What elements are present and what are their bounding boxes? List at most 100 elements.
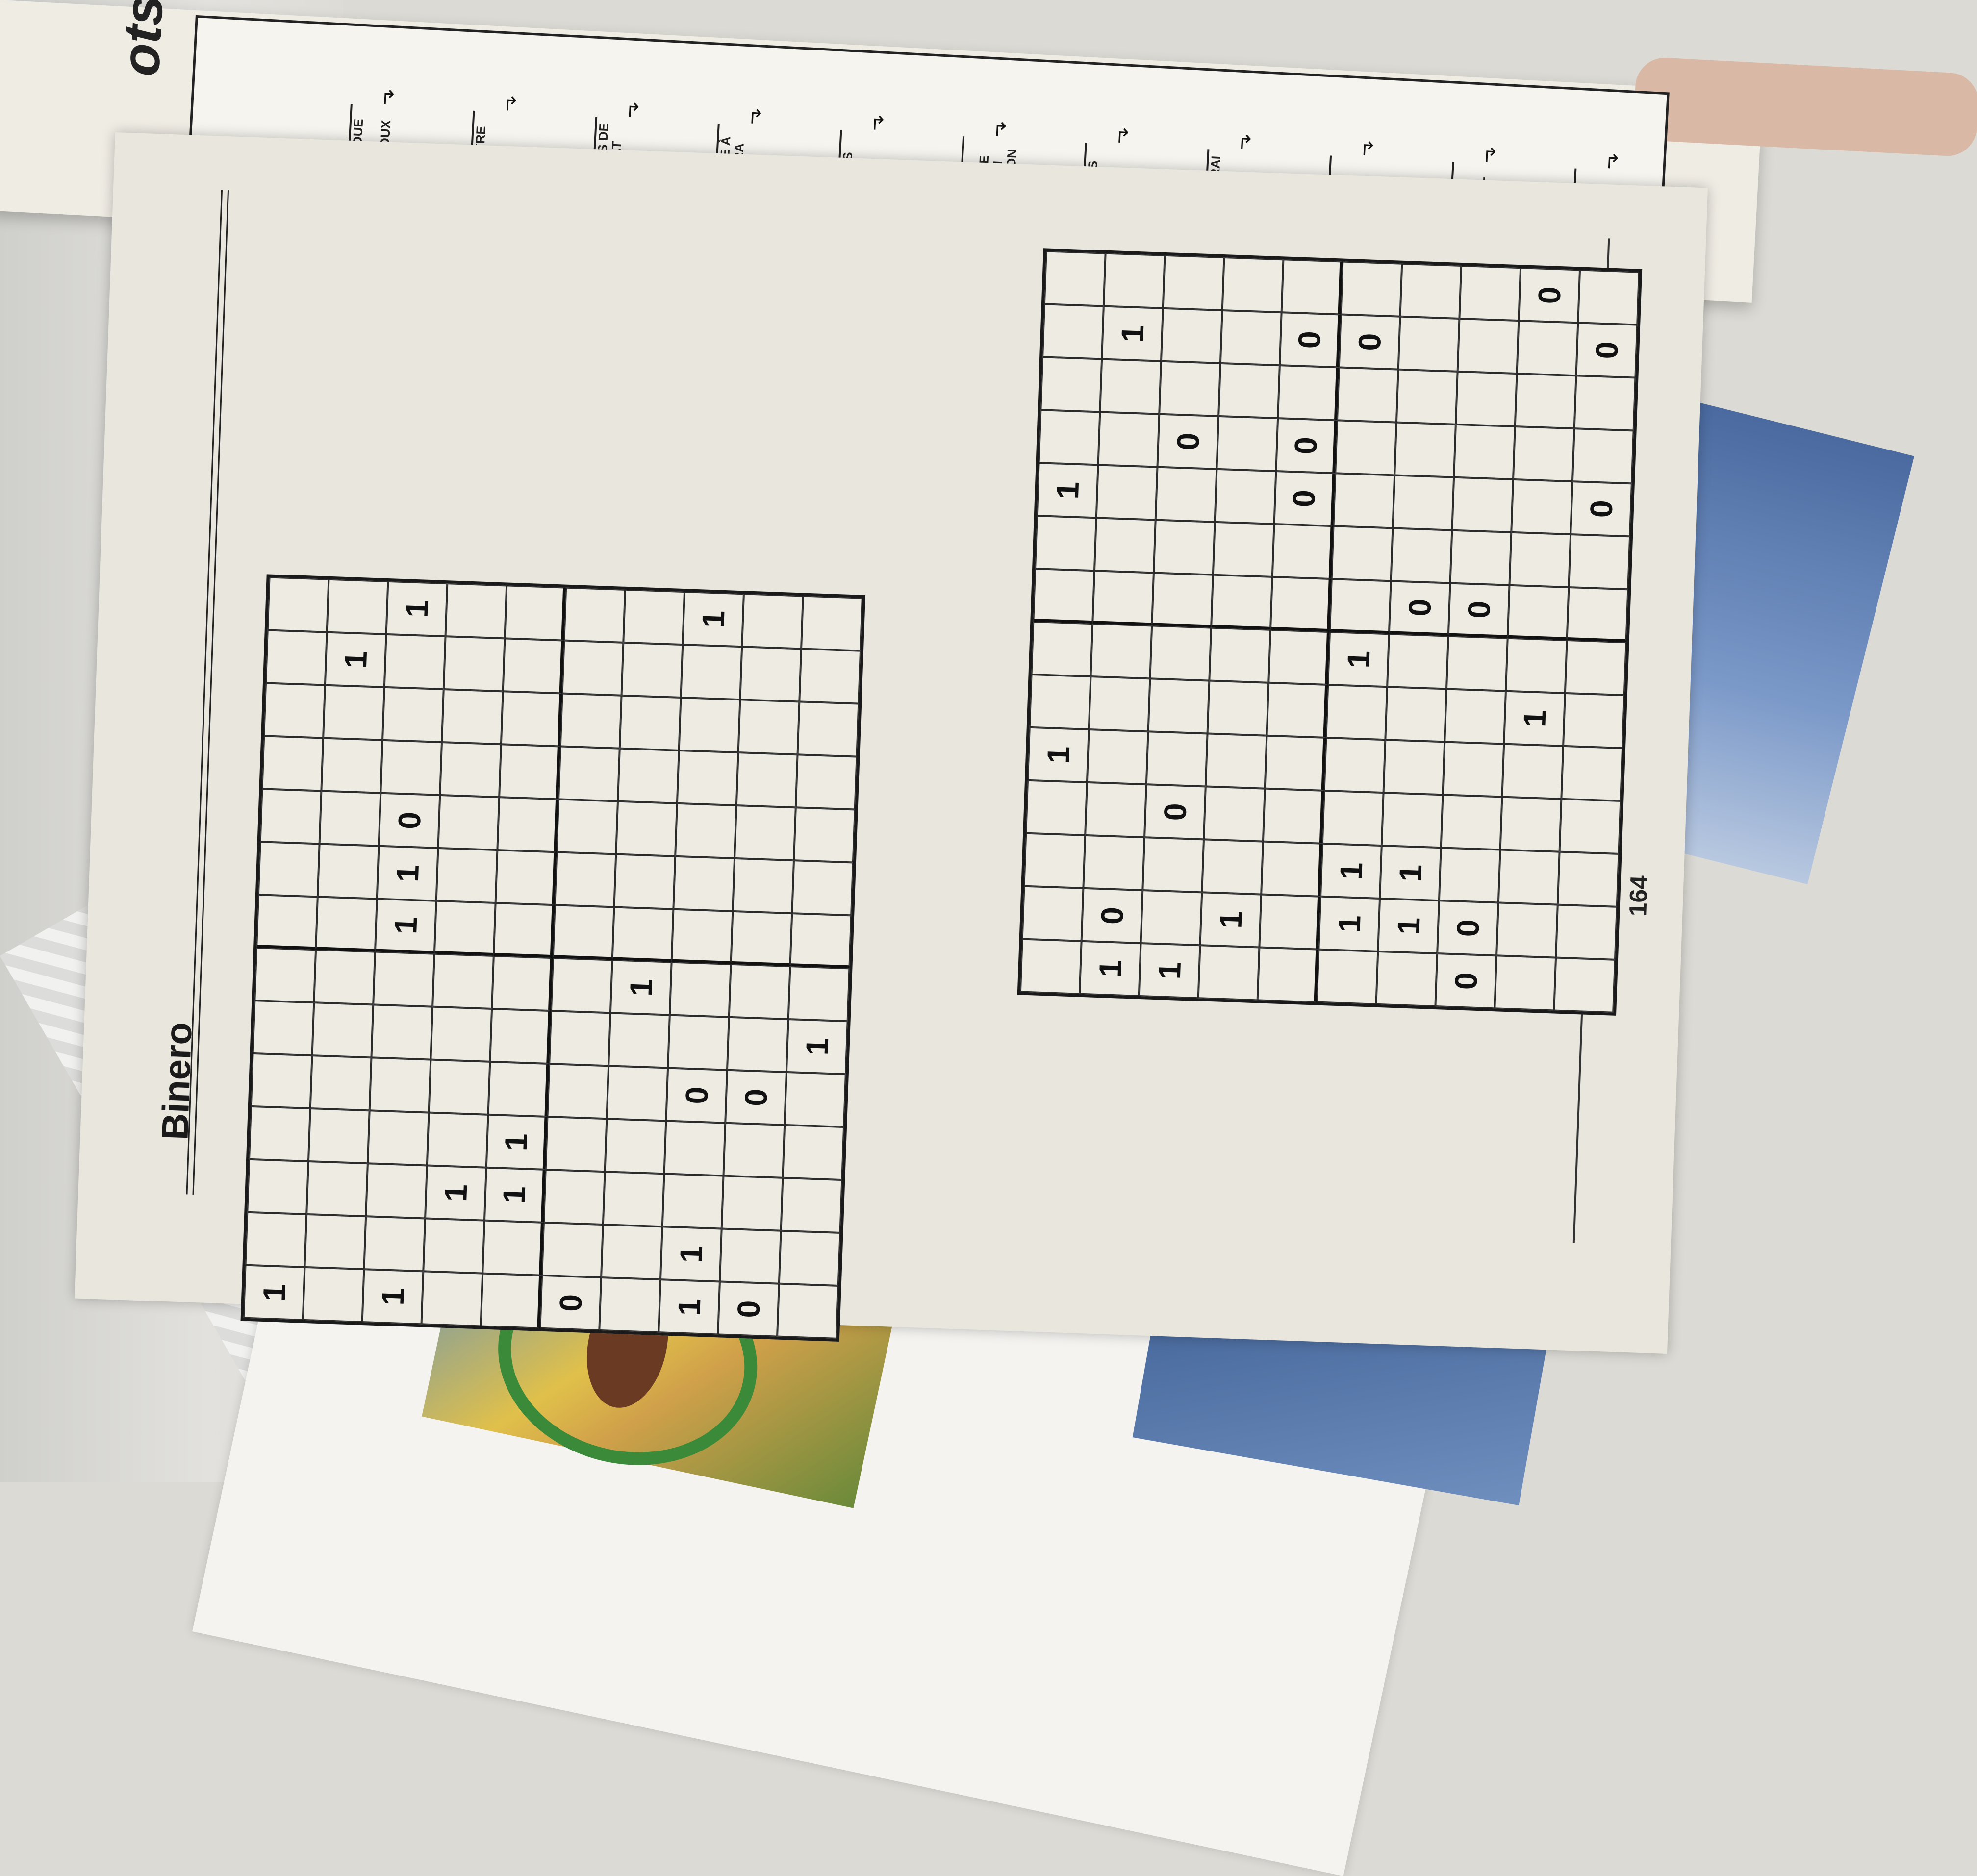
grid-cell[interactable]: 1 <box>1504 691 1565 746</box>
grid-cell[interactable] <box>303 1267 364 1323</box>
grid-cell[interactable] <box>1498 850 1560 905</box>
grid-cell[interactable] <box>1202 839 1263 895</box>
grid-cell[interactable] <box>1517 321 1578 376</box>
grid-cell[interactable] <box>432 953 494 1009</box>
grid-cell[interactable] <box>323 685 384 740</box>
grid-cell[interactable] <box>1159 361 1220 416</box>
grid-cell[interactable] <box>1324 737 1386 793</box>
grid-cell[interactable] <box>427 1112 488 1168</box>
grid-cell[interactable] <box>1146 731 1208 787</box>
grid-cell[interactable] <box>251 1053 312 1109</box>
grid-cell[interactable] <box>719 1228 781 1284</box>
grid-cell[interactable] <box>1035 516 1096 571</box>
grid-cell[interactable] <box>560 693 622 749</box>
grid-cell[interactable] <box>1439 848 1500 903</box>
grid-cell[interactable] <box>493 903 555 958</box>
grid-cell[interactable] <box>562 640 624 696</box>
grid-cell[interactable] <box>1496 902 1558 958</box>
grid-cell[interactable]: 1 <box>1380 846 1441 901</box>
grid-cell[interactable] <box>1452 477 1514 532</box>
grid-cell[interactable] <box>1495 955 1556 1011</box>
grid-cell[interactable] <box>608 1013 670 1068</box>
grid-cell[interactable] <box>797 701 859 757</box>
grid-cell[interactable] <box>438 795 500 850</box>
grid-cell[interactable] <box>603 1172 664 1227</box>
grid-cell[interactable] <box>443 636 505 692</box>
grid-cell[interactable] <box>662 1174 724 1229</box>
grid-cell[interactable] <box>503 638 564 694</box>
grid-cell[interactable]: 0 <box>1389 581 1450 636</box>
grid-cell[interactable] <box>621 642 683 698</box>
grid-cell[interactable] <box>1574 375 1636 431</box>
grid-cell[interactable] <box>1459 265 1521 321</box>
grid-cell[interactable] <box>249 1106 310 1162</box>
grid-cell[interactable] <box>1042 304 1104 359</box>
grid-cell[interactable] <box>1376 951 1438 1007</box>
grid-cell[interactable] <box>1257 947 1319 1002</box>
grid-cell[interactable]: 0 <box>1519 268 1580 323</box>
grid-cell[interactable]: 1 <box>1139 943 1200 999</box>
grid-cell[interactable] <box>1265 735 1326 791</box>
grid-cell[interactable] <box>316 897 377 952</box>
grid-cell[interactable] <box>623 589 685 645</box>
grid-cell[interactable] <box>1337 367 1398 423</box>
grid-cell[interactable] <box>1515 374 1576 429</box>
grid-cell[interactable] <box>258 842 320 897</box>
grid-cell[interactable] <box>677 750 738 806</box>
grid-cell[interactable] <box>545 1116 607 1172</box>
grid-cell[interactable] <box>729 964 790 1020</box>
grid-cell[interactable] <box>1141 890 1202 946</box>
grid-cell[interactable] <box>1103 253 1165 308</box>
grid-cell[interactable] <box>371 1004 433 1060</box>
grid-cell[interactable] <box>1450 530 1512 585</box>
grid-cell[interactable]: 1 <box>1328 632 1389 687</box>
grid-cell[interactable] <box>267 577 329 632</box>
grid-cell[interactable]: 0 <box>1279 312 1341 368</box>
grid-cell[interactable] <box>1445 689 1506 744</box>
grid-cell[interactable] <box>1263 788 1324 844</box>
grid-cell[interactable] <box>616 801 677 856</box>
grid-cell[interactable] <box>1554 957 1615 1013</box>
grid-cell[interactable] <box>1087 729 1148 785</box>
grid-cell[interactable] <box>723 1123 785 1178</box>
grid-cell[interactable] <box>384 634 446 690</box>
grid-cell[interactable] <box>499 744 560 800</box>
grid-cell[interactable] <box>779 1230 840 1286</box>
grid-cell[interactable] <box>735 805 796 861</box>
grid-cell[interactable] <box>1331 526 1393 581</box>
grid-cell[interactable]: 1 <box>377 846 438 901</box>
grid-cell[interactable]: 0 <box>725 1070 786 1125</box>
grid-cell[interactable]: 1 <box>386 581 448 637</box>
grid-cell[interactable] <box>1096 465 1158 520</box>
grid-cell[interactable] <box>1090 624 1152 679</box>
grid-cell[interactable]: 0 <box>540 1275 602 1330</box>
grid-cell[interactable] <box>312 1002 374 1058</box>
grid-cell[interactable] <box>1565 640 1626 696</box>
grid-cell[interactable]: 1 <box>486 1114 548 1170</box>
grid-cell[interactable] <box>1341 261 1402 317</box>
grid-cell[interactable] <box>1509 532 1571 588</box>
grid-cell[interactable]: 1 <box>1028 727 1089 782</box>
grid-cell[interactable] <box>1561 746 1623 801</box>
grid-cell[interactable] <box>1391 528 1452 583</box>
grid-cell[interactable] <box>265 630 327 685</box>
grid-cell[interactable] <box>308 1108 370 1164</box>
grid-cell[interactable] <box>614 854 676 909</box>
grid-cell[interactable] <box>1394 422 1456 477</box>
grid-cell[interactable] <box>664 1121 726 1176</box>
grid-cell[interactable] <box>490 1008 551 1064</box>
grid-cell[interactable]: 1 <box>425 1165 486 1221</box>
grid-cell[interactable] <box>1220 310 1282 366</box>
grid-cell[interactable] <box>1446 636 1508 691</box>
grid-cell[interactable] <box>304 1214 366 1270</box>
grid-cell[interactable]: 0 <box>718 1281 779 1337</box>
grid-cell[interactable] <box>262 736 324 791</box>
grid-cell[interactable] <box>557 799 618 854</box>
grid-cell[interactable] <box>1148 678 1210 734</box>
grid-cell[interactable] <box>317 844 379 899</box>
grid-cell[interactable] <box>373 951 434 1007</box>
grid-cell[interactable] <box>366 1163 427 1219</box>
grid-cell[interactable] <box>1387 634 1448 689</box>
grid-cell[interactable] <box>1026 780 1087 835</box>
grid-cell[interactable]: 0 <box>1157 414 1219 469</box>
